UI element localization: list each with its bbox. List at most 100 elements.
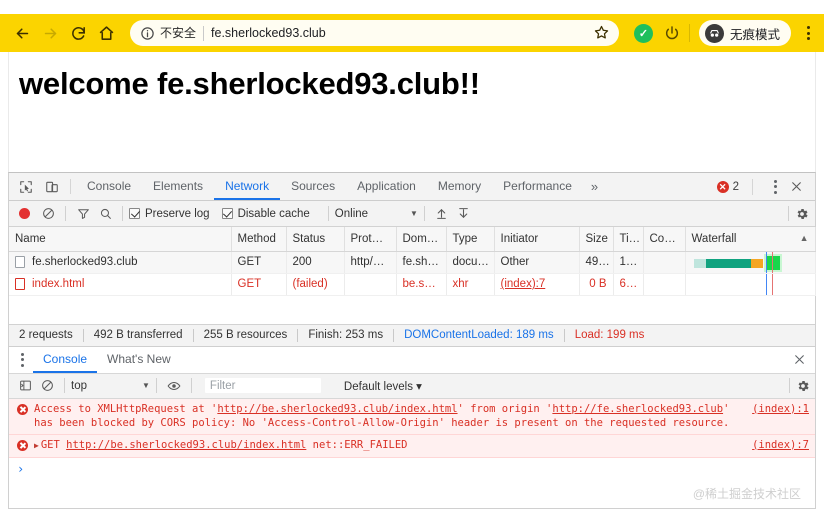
throttling-select[interactable]: Online ▼ (335, 208, 418, 220)
checkbox-box (129, 208, 140, 219)
load-event-marker (771, 273, 773, 294)
tab-network[interactable]: Network (214, 173, 281, 200)
tab-performance[interactable]: Performance (492, 173, 583, 200)
inspect-element-icon[interactable] (13, 173, 39, 200)
console-filter-input[interactable]: Filter (203, 377, 322, 395)
waterfall-label: Waterfall (691, 232, 737, 245)
console-message-error[interactable]: Access to XMLHttpRequest at 'http://be.s… (9, 398, 815, 435)
reload-icon[interactable] (64, 19, 92, 47)
console-message-source[interactable]: (index):7 (752, 438, 809, 452)
table-row[interactable]: index.html GET (failed) be.s… xhr (index… (9, 273, 816, 296)
cell-domain: be.s… (396, 273, 447, 296)
source-link[interactable]: (index):7 (752, 439, 809, 451)
devtools-close-icon[interactable] (783, 180, 809, 193)
cell-protocol (344, 273, 397, 296)
cell-time: 1… (613, 251, 644, 274)
drawer-menu-icon[interactable] (11, 347, 33, 373)
incognito-icon (704, 23, 724, 43)
home-icon[interactable] (92, 19, 120, 47)
console-gear-icon[interactable] (796, 379, 810, 393)
message-link-request[interactable]: http://be.sherlocked93.club/index.html (217, 403, 457, 415)
tab-elements[interactable]: Elements (142, 173, 214, 200)
extension-icon[interactable]: ✓ (633, 23, 653, 43)
column-header-name[interactable]: Name (9, 227, 232, 252)
message-link-origin[interactable]: http://fe.sherlocked93.club (552, 403, 723, 415)
column-header-method[interactable]: Method (231, 227, 287, 252)
source-link[interactable]: (index):1 (752, 403, 809, 415)
column-header-waterfall[interactable]: Waterfall ▲ (685, 227, 816, 252)
summary-finish: Finish: 253 ms (308, 329, 384, 342)
star-icon[interactable] (593, 24, 611, 42)
tab-console[interactable]: Console (76, 173, 142, 200)
live-expression-icon[interactable] (163, 379, 185, 393)
summary-dom-content-loaded: DOMContentLoaded: 189 ms (404, 329, 554, 342)
message-method: GET (40, 438, 60, 451)
tabbar-divider (70, 179, 71, 194)
devtools-menu-icon[interactable] (767, 179, 783, 194)
summary-load: Load: 199 ms (574, 329, 645, 342)
right-divider (752, 178, 753, 195)
column-header-time[interactable]: Ti… (613, 227, 644, 252)
message-prefix: Access to XMLHttpRequest at ' (34, 402, 218, 415)
expand-triangle-icon[interactable]: ▶ (34, 439, 39, 453)
column-header-status[interactable]: Status (286, 227, 345, 252)
clear-icon[interactable] (37, 207, 59, 220)
disable-cache-checkbox[interactable]: Disable cache (221, 207, 310, 220)
document-icon (15, 278, 25, 290)
column-header-initiator[interactable]: Initiator (494, 227, 580, 252)
toolbar-divider (190, 378, 192, 394)
column-header-protocol[interactable]: Prot… (344, 227, 397, 252)
console-message-source[interactable]: (index):1 (752, 402, 809, 416)
tab-application[interactable]: Application (346, 173, 427, 200)
tab-memory[interactable]: Memory (427, 173, 492, 200)
console-sidebar-icon[interactable] (14, 379, 36, 392)
waterfall-stalled-segment (693, 258, 706, 268)
export-har-icon[interactable] (453, 207, 475, 220)
error-icon (17, 439, 28, 451)
preserve-log-checkbox[interactable]: Preserve log (129, 208, 210, 220)
record-icon[interactable] (19, 208, 30, 219)
summary-divider (82, 328, 84, 342)
execution-context-select[interactable]: top ▼ (71, 380, 150, 392)
log-levels-select[interactable]: Default levels ▾ (344, 379, 422, 393)
power-icon[interactable] (664, 25, 680, 41)
more-tabs-icon[interactable]: » (583, 173, 606, 200)
clear-console-icon[interactable] (36, 379, 58, 392)
page-title: welcome fe.sherlocked93.club!! (19, 66, 480, 101)
import-har-icon[interactable] (431, 207, 453, 220)
request-name: index.html (32, 278, 85, 290)
filter-icon[interactable] (72, 207, 94, 220)
cell-name[interactable]: index.html (9, 273, 232, 296)
initiator-link[interactable]: (index):7 (501, 278, 546, 290)
cell-connection (643, 273, 686, 296)
summary-divider (563, 328, 565, 342)
back-icon[interactable] (8, 19, 36, 47)
device-toggle-icon[interactable] (39, 173, 65, 200)
address-bar[interactable]: 不安全 fe.sherlocked93.club (130, 20, 619, 46)
cell-initiator[interactable]: (index):7 (494, 273, 580, 296)
console-message-error[interactable]: ▶ GET http://be.sherlocked93.club/index.h… (9, 434, 815, 458)
drawer-tab-whats-new[interactable]: What's New (97, 347, 181, 373)
info-circle-icon[interactable] (140, 26, 155, 41)
browser-menu-icon[interactable] (800, 26, 816, 40)
cell-name[interactable]: fe.sherlocked93.club (9, 251, 232, 274)
console-message-text: Access to XMLHttpRequest at 'http://be.s… (34, 402, 744, 430)
column-header-size[interactable]: Size (579, 227, 614, 252)
tab-sources[interactable]: Sources (280, 173, 346, 200)
column-header-connection[interactable]: Co… (643, 227, 686, 252)
console-prompt[interactable]: › (9, 457, 815, 480)
table-row[interactable]: fe.sherlocked93.club GET 200 http/… fe.s… (9, 251, 816, 274)
disable-cache-label: Disable cache (237, 207, 310, 220)
drawer-tab-console[interactable]: Console (33, 347, 98, 373)
toolbar-divider (423, 206, 425, 221)
search-icon[interactable] (94, 207, 116, 220)
incognito-indicator[interactable]: 无痕模式 (698, 20, 791, 46)
error-count-badge[interactable]: ✕ 2 (716, 180, 739, 193)
toolbar-divider (122, 206, 123, 221)
drawer-close-icon[interactable] (784, 347, 815, 373)
column-header-domain[interactable]: Dom… (396, 227, 447, 252)
waterfall-download-segment (705, 258, 751, 268)
message-url[interactable]: http://be.sherlocked93.club/index.html (66, 439, 306, 451)
gear-icon[interactable] (795, 207, 809, 221)
column-header-type[interactable]: Type (446, 227, 495, 252)
